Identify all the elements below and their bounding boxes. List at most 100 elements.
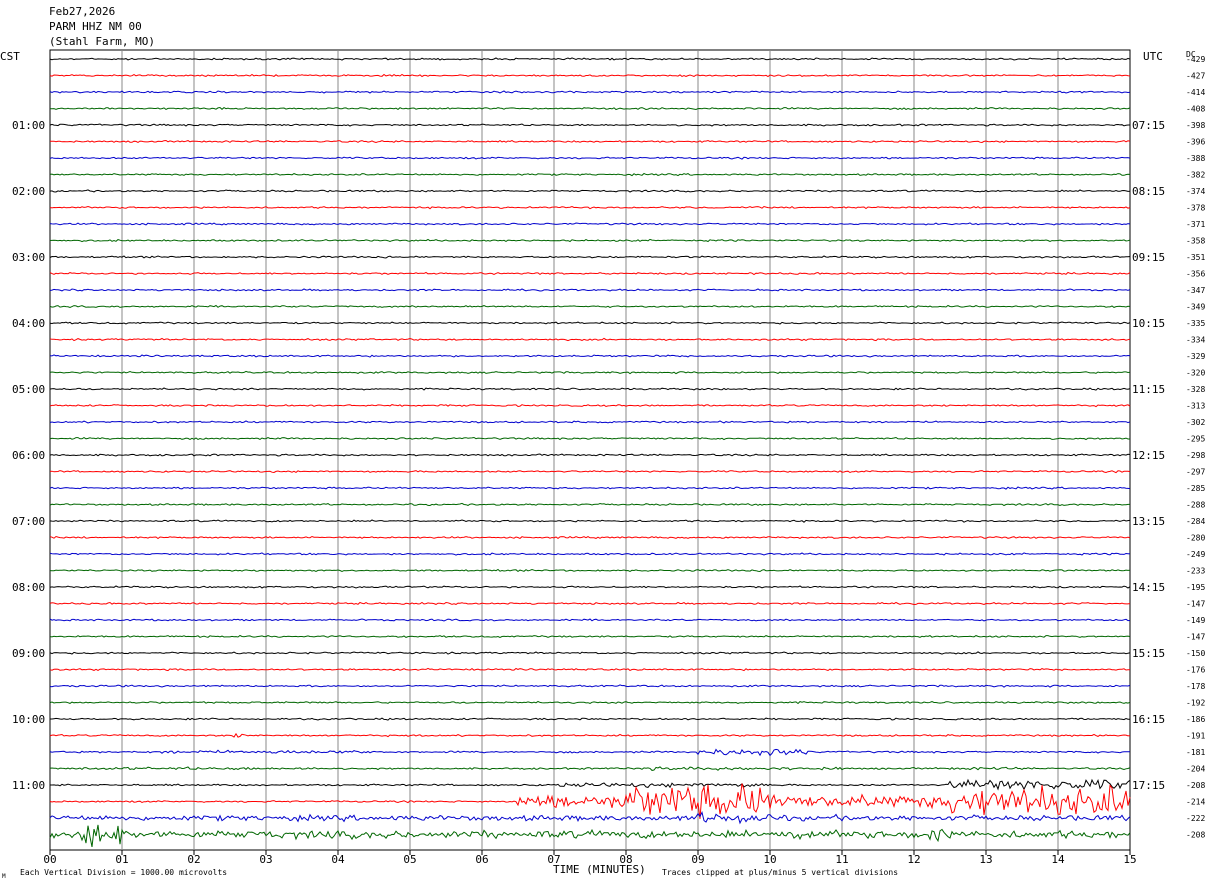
dc-label: DC <box>1186 50 1196 59</box>
seismic-trace <box>49 486 1131 490</box>
dc-offset-label: -178 <box>1186 682 1205 691</box>
dc-offset-label: -147 <box>1186 600 1205 609</box>
dc-offset-label: -150 <box>1186 649 1205 658</box>
left-hour-label: 08:00 <box>12 581 45 594</box>
seismic-trace <box>49 568 1131 573</box>
x-tick-label: 04 <box>331 853 345 866</box>
dc-offset-label: -347 <box>1186 286 1205 295</box>
dc-offset-label: -388 <box>1186 154 1205 163</box>
helicorder-chart: 00 01 02 03 04 05 06 07 08 09 10 11 12 13 14 15-429-427… <box>0 49 1205 880</box>
seismic-trace <box>49 618 1131 622</box>
dc-offset-label: -214 <box>1186 798 1205 807</box>
right-hour-label: 09:15 <box>1132 251 1165 264</box>
dc-offset-label: -285 <box>1186 484 1205 493</box>
dc-offset-label: -176 <box>1186 666 1205 675</box>
dc-offset-label: -378 <box>1186 204 1205 213</box>
left-timezone-label: CST <box>0 50 20 63</box>
seismic-trace <box>49 189 1131 193</box>
right-hour-label: 17:15 <box>1132 779 1165 792</box>
x-tick-label: 13 <box>979 853 992 866</box>
dc-offset-label: -208 <box>1186 831 1205 840</box>
dc-offset-label: -356 <box>1186 270 1205 279</box>
dc-offset-label: -149 <box>1186 616 1205 625</box>
right-hour-label: 14:15 <box>1132 581 1165 594</box>
left-hour-label: 02:00 <box>12 185 45 198</box>
dc-offset-label: -222 <box>1186 814 1205 823</box>
seismic-trace <box>49 535 1131 540</box>
seismic-trace <box>49 824 1131 847</box>
seismic-trace <box>49 288 1131 292</box>
seismic-trace <box>49 748 1131 757</box>
dc-offset-label: -396 <box>1186 138 1205 147</box>
seismic-trace <box>49 634 1131 638</box>
dc-offset-label: -208 <box>1186 781 1205 790</box>
right-hour-label: 08:15 <box>1132 185 1165 198</box>
dc-offset-label: -288 <box>1186 501 1205 510</box>
seismic-trace <box>49 766 1131 771</box>
seismic-trace <box>49 552 1131 556</box>
x-axis-title: TIME (MINUTES) <box>553 863 646 876</box>
seismic-trace <box>49 387 1131 391</box>
x-tick-label: 09 <box>691 853 704 866</box>
dc-offset-label: -335 <box>1186 319 1205 328</box>
right-hour-label: 16:15 <box>1132 713 1165 726</box>
dc-offset-label: -280 <box>1186 534 1205 543</box>
x-tick-label: 06 <box>475 853 488 866</box>
dc-offset-label: -298 <box>1186 451 1205 460</box>
seismic-trace <box>50 778 1131 791</box>
dc-offset-label: -329 <box>1186 352 1205 361</box>
seismic-trace <box>49 255 1131 259</box>
dc-offset-label: -320 <box>1186 369 1205 378</box>
seismic-trace <box>49 321 1131 325</box>
seismic-trace <box>49 667 1130 672</box>
seismic-trace <box>49 156 1131 160</box>
seismic-trace <box>49 519 1131 523</box>
seismic-trace <box>49 106 1131 111</box>
dc-offset-label: -297 <box>1186 468 1205 477</box>
corner-mark: M <box>2 873 6 880</box>
seismic-trace <box>49 810 1131 825</box>
seismic-trace <box>49 502 1130 507</box>
seismic-trace <box>49 354 1131 358</box>
dc-offset-label: -192 <box>1186 699 1205 708</box>
seismic-trace <box>49 222 1131 226</box>
dc-offset-label: -374 <box>1186 187 1205 196</box>
left-hour-label: 04:00 <box>12 317 45 330</box>
seismic-trace <box>49 172 1131 177</box>
seismic-trace <box>49 73 1131 78</box>
dc-offset-label: -302 <box>1186 418 1205 427</box>
seismic-trace <box>50 717 1130 721</box>
x-tick-label: 10 <box>763 853 776 866</box>
right-hour-label: 12:15 <box>1132 449 1165 462</box>
left-hour-label: 06:00 <box>12 449 45 462</box>
seismic-trace <box>49 585 1131 589</box>
footer-left-note: Each Vertical Division = 1000.00 microvo… <box>20 868 227 877</box>
dc-offset-label: -371 <box>1186 220 1205 229</box>
seismic-trace <box>49 370 1131 375</box>
dc-offset-label: -408 <box>1186 105 1205 114</box>
dc-offset-label: -295 <box>1186 435 1205 444</box>
right-hour-label: 10:15 <box>1132 317 1165 330</box>
seismic-trace <box>49 271 1131 276</box>
left-hour-label: 03:00 <box>12 251 45 264</box>
dc-offset-label: -351 <box>1186 253 1205 262</box>
x-tick-label: 01 <box>115 853 128 866</box>
dc-offset-label: -204 <box>1186 765 1205 774</box>
left-hour-label: 05:00 <box>12 383 45 396</box>
dc-offset-label: -147 <box>1186 633 1205 642</box>
seismic-trace <box>49 90 1131 94</box>
right-hour-label: 13:15 <box>1132 515 1165 528</box>
dc-offset-label: -398 <box>1186 121 1205 130</box>
seismic-trace <box>49 700 1131 705</box>
right-hour-label: 11:15 <box>1132 383 1165 396</box>
left-hour-label: 11:00 <box>12 779 45 792</box>
x-tick-label: 12 <box>907 853 920 866</box>
left-hour-label: 07:00 <box>12 515 45 528</box>
x-tick-label: 14 <box>1051 853 1065 866</box>
dc-offset-label: -181 <box>1186 748 1205 757</box>
dc-offset-label: -233 <box>1186 567 1205 576</box>
x-tick-label: 15 <box>1123 853 1136 866</box>
x-tick-label: 05 <box>403 853 416 866</box>
dc-offset-label: -334 <box>1186 336 1205 345</box>
seismic-trace <box>49 732 1131 738</box>
